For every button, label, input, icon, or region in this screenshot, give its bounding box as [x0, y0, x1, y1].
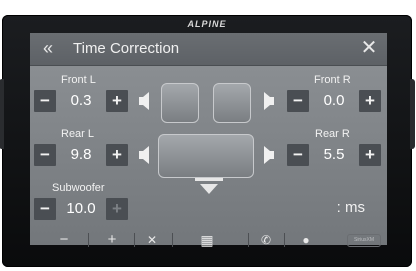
subwoofer-label: Subwoofer [52, 182, 105, 194]
front-r-value: 0.0 [323, 92, 345, 109]
volume-up-button[interactable]: + [100, 231, 124, 249]
rear-left-speaker-icon [139, 146, 149, 164]
siriusxm-badge: SiriusXM [347, 234, 381, 247]
rear-l-plus-button[interactable]: + [106, 144, 128, 166]
subwoofer-bar-icon [195, 178, 223, 181]
rear-r-stepper: − 5.5 + [287, 144, 381, 166]
front-l-minus-button[interactable]: − [34, 90, 56, 112]
front-l-label: Front L [61, 74, 96, 86]
rear-bench-seat-icon [158, 134, 254, 178]
front-l-stepper: − 0.3 + [34, 90, 128, 112]
phone-icon[interactable]: ✆ [254, 231, 278, 249]
front-r-minus-button[interactable]: − [287, 90, 309, 112]
front-left-seat-icon [161, 83, 199, 123]
rear-r-value: 5.5 [323, 146, 345, 163]
volume-down-button[interactable]: − [52, 231, 76, 249]
rear-l-minus-button[interactable]: − [34, 144, 56, 166]
subwoofer-minus-button[interactable]: − [34, 198, 56, 220]
divider [88, 233, 89, 247]
front-r-label: Front R [314, 74, 351, 86]
subwoofer-stepper: − 10.0 + [34, 198, 128, 220]
time-correction-panel: Front L − 0.3 + Front R − 0.0 + Rear L −… [30, 66, 387, 245]
front-right-seat-icon [213, 83, 251, 123]
front-left-speaker-icon [139, 92, 149, 110]
brand-logo: ALPINE [187, 19, 227, 29]
right-bracket [410, 79, 415, 149]
subwoofer-icon [200, 184, 218, 194]
unit-label: : ms [336, 199, 365, 216]
left-bracket [0, 79, 4, 149]
subwoofer-value: 10.0 [66, 200, 96, 217]
divider [248, 233, 249, 247]
divider [172, 233, 173, 247]
rear-r-label: Rear R [315, 128, 350, 140]
divider [134, 233, 135, 247]
double-chevron-left-icon[interactable]: « [38, 39, 58, 59]
home-grid-icon[interactable]: ▦ [195, 231, 219, 249]
rear-r-plus-button[interactable]: + [359, 144, 381, 166]
rear-r-minus-button[interactable]: − [287, 144, 309, 166]
front-r-stepper: − 0.0 + [287, 90, 381, 112]
front-l-value: 0.3 [70, 92, 92, 109]
hardware-button-bar: − + ✕ ▦ ✆ ● SiriusXM [30, 230, 383, 250]
rear-l-label: Rear L [61, 128, 95, 140]
page-title: Time Correction [73, 40, 180, 57]
divider [284, 233, 285, 247]
rear-right-speaker-icon [264, 146, 274, 164]
mute-icon[interactable]: ✕ [140, 231, 164, 249]
title-bar: « Time Correction ✕ [30, 33, 387, 66]
front-r-plus-button[interactable]: + [359, 90, 381, 112]
display-screen: « Time Correction ✕ Front L − 0.3 + Fron… [30, 33, 387, 245]
close-icon[interactable]: ✕ [359, 38, 379, 58]
rear-l-value: 9.8 [70, 146, 92, 163]
front-right-speaker-icon [264, 92, 274, 110]
rear-l-stepper: − 9.8 + [34, 144, 128, 166]
microphone-icon[interactable]: ● [294, 231, 318, 249]
front-l-plus-button[interactable]: + [106, 90, 128, 112]
subwoofer-plus-button[interactable]: + [106, 198, 128, 220]
